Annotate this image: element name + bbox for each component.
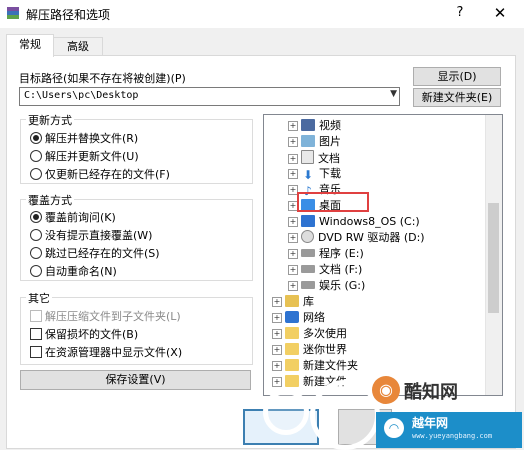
expand-icon[interactable]: + (288, 169, 298, 179)
drive-icon (301, 281, 315, 289)
folder-icon (285, 343, 299, 355)
tree-item-library[interactable]: + 库 (272, 294, 314, 310)
tab-general[interactable]: 常规 (6, 34, 54, 57)
update-option-existing[interactable]: 仅更新已经存在的文件(F) (30, 166, 170, 182)
tree-item-documents[interactable]: + 文档 (288, 150, 340, 166)
video-icon (301, 119, 315, 131)
folder-icon (285, 327, 299, 339)
folder-tree[interactable]: + 视频 + 图片 + 文档 + ⬇ 下载 + ♪ 音乐 + 桌面 + Windows8_OS (… (263, 114, 503, 396)
radio-icon[interactable] (30, 265, 42, 277)
expand-icon[interactable]: + (272, 345, 282, 355)
expand-icon[interactable]: + (288, 137, 298, 147)
window-title: 解压路径和选项 (26, 8, 111, 22)
library-icon (285, 295, 299, 307)
checkbox-icon[interactable] (30, 328, 42, 340)
tree-item-pictures[interactable]: + 图片 (288, 134, 341, 150)
overwrite-option-rename[interactable]: 自动重命名(N) (30, 263, 117, 279)
expand-icon[interactable]: + (272, 313, 282, 323)
tree-item-folder-3[interactable]: + 新建文件夹 (272, 358, 358, 374)
radio-selected-icon[interactable] (30, 132, 42, 144)
expand-icon[interactable]: + (272, 377, 282, 387)
show-button[interactable]: 显示(D) (413, 67, 501, 86)
checkbox-icon[interactable] (30, 346, 42, 358)
expand-icon[interactable]: + (288, 281, 298, 291)
save-settings-button[interactable]: 保存设置(V) (20, 370, 251, 390)
circle-annotation (310, 380, 380, 450)
overwrite-mode-title: 覆盖方式 (26, 192, 74, 208)
expand-icon[interactable]: + (288, 121, 298, 131)
watermark-brand: 酷知网 (404, 382, 458, 403)
expand-icon[interactable]: + (288, 154, 298, 164)
expand-icon[interactable]: + (288, 233, 298, 243)
tab-advanced[interactable]: 高级 (53, 37, 103, 56)
document-icon (301, 150, 314, 164)
misc-option-keep-broken[interactable]: 保留损坏的文件(B) (30, 326, 138, 342)
tree-item-folder-1[interactable]: + 多次使用 (272, 326, 347, 342)
radio-icon[interactable] (30, 247, 42, 259)
tree-scrollbar[interactable] (485, 115, 502, 395)
tree-item-folder-2[interactable]: + 迷你世界 (272, 342, 347, 358)
new-folder-button[interactable]: 新建文件夹(E) (413, 88, 501, 107)
network-icon (285, 311, 299, 323)
tree-item-network[interactable]: + 网络 (272, 310, 325, 326)
overwrite-option-overwrite[interactable]: 没有提示直接覆盖(W) (30, 227, 152, 243)
misc-option-show-in-explorer[interactable]: 在资源管理器中显示文件(X) (30, 344, 182, 360)
target-path-combobox[interactable]: C:\Users\pc\Desktop ▼ (19, 87, 400, 106)
brand-logo-icon: ◉ (372, 376, 400, 404)
expand-icon[interactable]: + (272, 297, 282, 307)
expand-icon[interactable]: + (288, 217, 298, 227)
tree-item-videos[interactable]: + 视频 (288, 118, 341, 134)
expand-icon[interactable]: + (288, 249, 298, 259)
expand-icon[interactable]: + (288, 265, 298, 275)
folder-icon (285, 375, 299, 387)
folder-icon (285, 359, 299, 371)
update-option-update[interactable]: 解压并更新文件(U) (30, 148, 139, 164)
radio-icon[interactable] (30, 229, 42, 241)
drive-icon (301, 249, 315, 257)
radio-icon[interactable] (30, 168, 42, 180)
radio-icon[interactable] (30, 150, 42, 162)
wifi-icon: ◠ (384, 418, 404, 438)
overwrite-option-ask[interactable]: 覆盖前询问(K) (30, 209, 116, 225)
chevron-down-icon[interactable]: ▼ (390, 89, 397, 99)
circle-annotation (263, 389, 309, 435)
tree-item-drive-g[interactable]: + 娱乐 (G:) (288, 278, 365, 294)
watermark-site-url: www.yueyangbang.com (412, 432, 493, 440)
image-icon (301, 135, 315, 147)
tree-item-downloads[interactable]: + ⬇ 下载 (288, 166, 341, 182)
windows-drive-icon (301, 215, 315, 227)
scrollbar-thumb[interactable] (488, 203, 499, 313)
overwrite-option-skip[interactable]: 跳过已经存在的文件(S) (30, 245, 160, 261)
download-icon: ⬇ (302, 168, 314, 182)
expand-icon[interactable]: + (272, 361, 282, 371)
tree-item-drive-e[interactable]: + 程序 (E:) (288, 246, 364, 262)
tree-item-drive-c[interactable]: + Windows8_OS (C:) (288, 214, 420, 230)
checkbox-icon (30, 310, 42, 322)
update-option-replace[interactable]: 解压并替换文件(R) (30, 130, 138, 146)
drive-icon (301, 265, 315, 273)
help-button[interactable]: ? (448, 3, 472, 23)
update-mode-title: 更新方式 (26, 112, 74, 128)
tree-item-drive-d[interactable]: + DVD RW 驱动器 (D:) (288, 230, 425, 246)
winrar-icon (7, 7, 19, 19)
dvd-icon (301, 230, 314, 243)
desktop-highlight-box (297, 192, 369, 212)
watermark-site-name: 越年网 (412, 416, 449, 430)
misc-title: 其它 (26, 290, 52, 306)
close-button[interactable]: ✕ (486, 3, 514, 23)
tree-item-drive-f[interactable]: + 文档 (F:) (288, 262, 362, 278)
expand-icon[interactable]: + (272, 329, 282, 339)
target-path-value: C:\Users\pc\Desktop (24, 90, 139, 101)
target-path-label: 目标路径(如果不存在将被创建)(P) (19, 72, 186, 85)
misc-option-subfolder: 解压压缩文件到子文件夹(L) (30, 308, 181, 324)
radio-selected-icon[interactable] (30, 211, 42, 223)
